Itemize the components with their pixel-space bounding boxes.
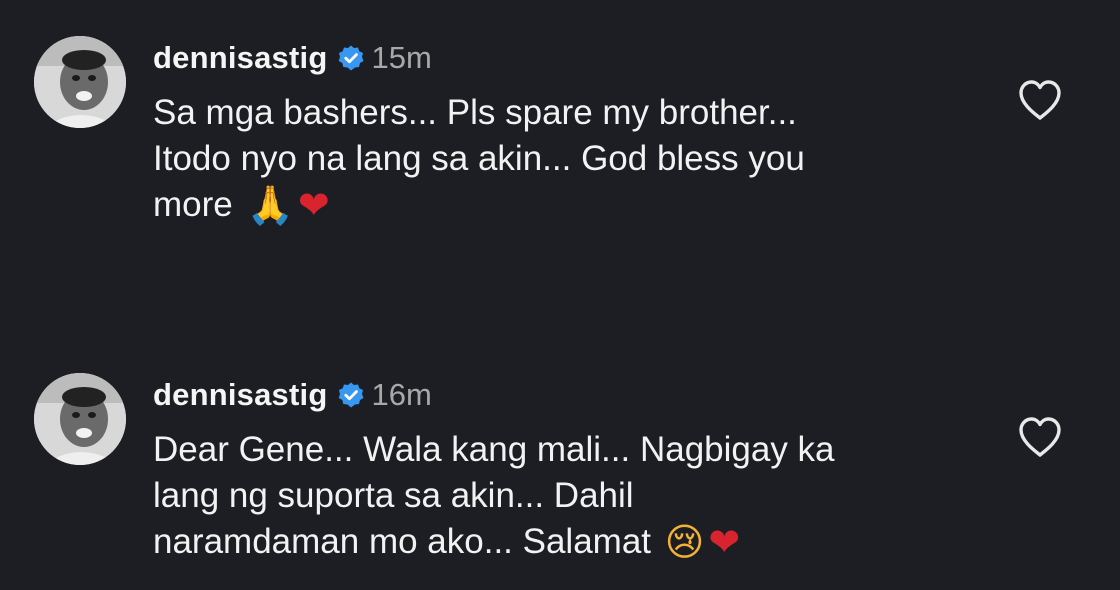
comment-text-line: Sa mga bashers... Pls spare my brother..… xyxy=(153,93,797,132)
comment-content: dennisastig 15m Sa mga bashers... Pls sp… xyxy=(153,36,973,228)
avatar[interactable] xyxy=(34,373,126,465)
verified-badge-icon xyxy=(339,382,364,408)
comment-text: Sa mga bashers... Pls spare my brother..… xyxy=(153,90,953,228)
username[interactable]: dennisastig xyxy=(153,377,327,413)
verified-badge-icon xyxy=(339,45,364,71)
comment-text-line: more xyxy=(153,185,233,224)
comment-content: dennisastig 16m Dear Gene... Wala kang m… xyxy=(153,373,973,565)
comment-text-line: lang ng suporta sa akin... Dahil xyxy=(153,476,634,515)
comment-text-line: naramdaman mo ako... Salamat xyxy=(153,522,652,561)
timestamp: 16m xyxy=(371,377,432,412)
heart-outline-icon[interactable] xyxy=(1016,415,1064,459)
heart-outline-icon[interactable] xyxy=(1016,78,1064,122)
crying-face-emoji: 😢 xyxy=(664,520,705,564)
comment-text-line-wrap: naramdaman mo ako... Salamat 😢 ❤ xyxy=(153,519,953,565)
pray-emoji: 🙏 xyxy=(246,183,294,227)
username[interactable]: dennisastig xyxy=(153,40,327,76)
timestamp: 15m xyxy=(371,40,432,75)
comment-text-line: Itodo nyo na lang sa akin... God bless y… xyxy=(153,139,805,178)
comment-text: Dear Gene... Wala kang mali... Nagbigay … xyxy=(153,427,953,565)
avatar[interactable] xyxy=(34,36,126,128)
comment-header: dennisastig 15m xyxy=(153,36,973,80)
comment-text-line-wrap: more 🙏 ❤ xyxy=(153,182,953,228)
heart-emoji: ❤ xyxy=(297,183,330,227)
comment-header: dennisastig 16m xyxy=(153,373,973,417)
comment-text-line: Dear Gene... Wala kang mali... Nagbigay … xyxy=(153,430,835,469)
heart-emoji: ❤ xyxy=(708,520,741,564)
